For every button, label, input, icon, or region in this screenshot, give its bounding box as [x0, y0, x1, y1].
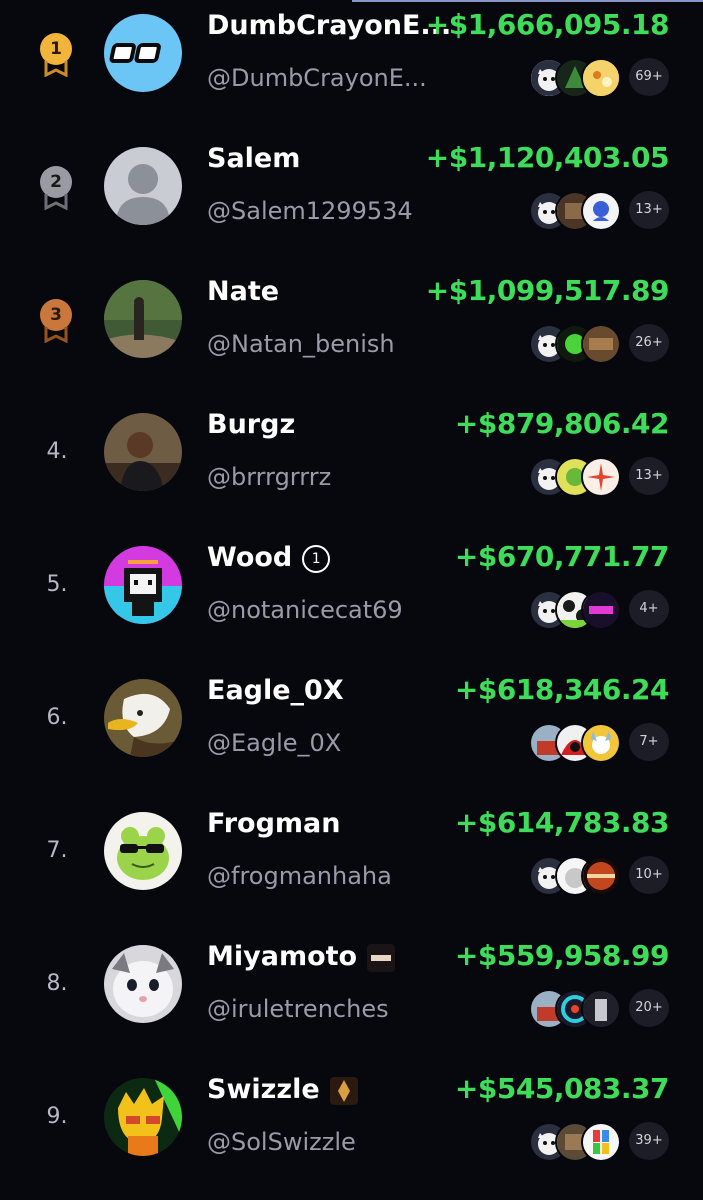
token-stack[interactable]: 13+ — [529, 457, 669, 497]
leaderboard-row[interactable]: 2 Salem @Salem1299534 +$1,120,403.05 13+ — [0, 133, 703, 266]
avatar[interactable] — [104, 1078, 182, 1156]
pnl-amount: +$670,771.77 — [454, 540, 670, 573]
avatar[interactable] — [104, 546, 182, 624]
extra-token-count[interactable]: 13+ — [629, 457, 669, 495]
avatar[interactable] — [104, 413, 182, 491]
community-badge-icon — [329, 1076, 358, 1105]
pnl-amount: +$545,083.37 — [454, 1072, 670, 1105]
bronze-medal-icon: 3 — [38, 299, 74, 345]
user-handle[interactable]: @Natan_benish — [207, 330, 395, 358]
rank-number: 7. — [46, 838, 68, 863]
token-stack[interactable]: 39+ — [529, 1122, 669, 1162]
leaderboard-row[interactable]: 3 Nate @Natan_benish +$1,099,517.89 26+ — [0, 266, 703, 399]
user-handle[interactable]: @brrrgrrrz — [207, 463, 331, 491]
extra-token-count[interactable]: 10+ — [629, 856, 669, 894]
community-badge-icon — [367, 943, 396, 972]
leaderboard-row[interactable]: 5. Wood 1 @notanicecat69 +$670,771.77 4+ — [0, 532, 703, 665]
token-stack[interactable]: 69+ — [529, 58, 669, 98]
avatar[interactable] — [104, 147, 182, 225]
token-stack[interactable]: 13+ — [529, 191, 669, 231]
user-handle[interactable]: @notanicecat69 — [207, 596, 403, 624]
token-icon — [581, 723, 621, 763]
extra-token-count[interactable]: 7+ — [629, 723, 669, 761]
avatar[interactable] — [104, 812, 182, 890]
user-name[interactable]: Frogman — [207, 808, 340, 839]
token-icon — [581, 989, 621, 1029]
rank-number: 6. — [46, 705, 68, 730]
user-name[interactable]: Nate — [207, 276, 279, 307]
token-icon — [581, 457, 621, 497]
avatar[interactable] — [104, 679, 182, 757]
user-name[interactable]: Burgz — [207, 409, 295, 440]
leaderboard-row[interactable]: 9. Swizzle @SolSwizzle +$545,083.37 39+ — [0, 1064, 703, 1197]
circle-number-badge-icon: 1 — [302, 544, 331, 573]
gold-medal-icon: 1 — [38, 33, 74, 79]
user-name-text[interactable]: Miyamoto — [207, 941, 357, 972]
token-icon — [581, 856, 621, 896]
pnl-amount: +$1,666,095.18 — [425, 8, 670, 41]
avatar[interactable] — [104, 14, 182, 92]
pnl-amount: +$879,806.42 — [454, 407, 670, 440]
user-handle[interactable]: @frogmanhaha — [207, 862, 392, 890]
user-name[interactable]: Salem — [207, 143, 300, 174]
extra-token-count[interactable]: 26+ — [629, 324, 669, 362]
leaderboard-row[interactable]: 4. Burgz @brrrgrrrz +$879,806.42 13+ — [0, 399, 703, 532]
user-handle[interactable]: @Eagle_0X — [207, 729, 341, 757]
user-name[interactable]: Eagle_0X — [207, 675, 344, 706]
pnl-amount: +$618,346.24 — [454, 673, 670, 706]
token-stack[interactable]: 20+ — [529, 989, 669, 1029]
rank-number: 9. — [46, 1104, 68, 1129]
extra-token-count[interactable]: 39+ — [629, 1122, 669, 1160]
user-handle[interactable]: @Salem1299534 — [207, 197, 413, 225]
token-icon — [581, 1122, 621, 1162]
token-icon — [581, 191, 621, 231]
token-stack[interactable]: 26+ — [529, 324, 669, 364]
token-icon — [581, 324, 621, 364]
user-name[interactable]: Miyamoto — [207, 941, 396, 972]
user-handle[interactable]: @DumbCrayonE... — [207, 64, 427, 92]
token-stack[interactable]: 4+ — [529, 590, 669, 630]
pnl-amount: +$1,099,517.89 — [425, 274, 670, 307]
avatar[interactable] — [104, 945, 182, 1023]
user-name[interactable]: Wood 1 — [207, 542, 331, 573]
user-name[interactable]: Swizzle — [207, 1074, 358, 1105]
rank-number: 4. — [46, 439, 68, 464]
pnl-amount: +$614,783.83 — [454, 806, 670, 839]
rank-number: 8. — [46, 971, 68, 996]
token-stack[interactable]: 10+ — [529, 856, 669, 896]
user-name[interactable]: DumbCrayonE... — [207, 10, 451, 41]
user-name-text[interactable]: Swizzle — [207, 1074, 320, 1105]
leaderboard-row[interactable]: 1 DumbCrayonE... @DumbCrayonE... +$1,666… — [0, 0, 703, 133]
avatar[interactable] — [104, 280, 182, 358]
user-handle[interactable]: @iruletrenches — [207, 995, 389, 1023]
token-icon — [581, 58, 621, 98]
extra-token-count[interactable]: 4+ — [629, 590, 669, 628]
leaderboard-row[interactable]: 6. Eagle_0X @Eagle_0X +$618,346.24 7+ — [0, 665, 703, 798]
extra-token-count[interactable]: 20+ — [629, 989, 669, 1027]
token-stack[interactable]: 7+ — [529, 723, 669, 763]
silver-medal-icon: 2 — [38, 166, 74, 212]
rank-number: 5. — [46, 572, 68, 597]
user-handle[interactable]: @SolSwizzle — [207, 1128, 356, 1156]
pnl-amount: +$1,120,403.05 — [425, 141, 670, 174]
leaderboard-row[interactable]: 8. Miyamoto @iruletrenches +$559,958.99 … — [0, 931, 703, 1064]
extra-token-count[interactable]: 69+ — [629, 58, 669, 96]
token-icon — [581, 590, 621, 630]
pnl-amount: +$559,958.99 — [454, 939, 670, 972]
leaderboard-row[interactable]: 7. Frogman @frogmanhaha +$614,783.83 10+ — [0, 798, 703, 931]
user-name-text[interactable]: Wood — [207, 542, 292, 573]
extra-token-count[interactable]: 13+ — [629, 191, 669, 229]
